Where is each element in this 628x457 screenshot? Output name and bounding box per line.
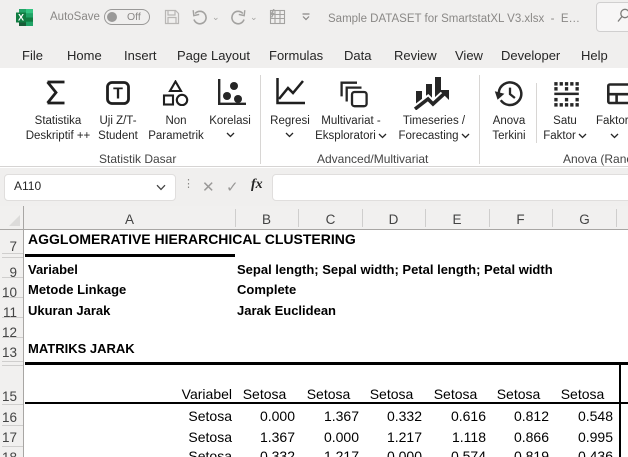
svg-text:X: X [18, 13, 24, 23]
svg-text:T: T [113, 86, 123, 103]
